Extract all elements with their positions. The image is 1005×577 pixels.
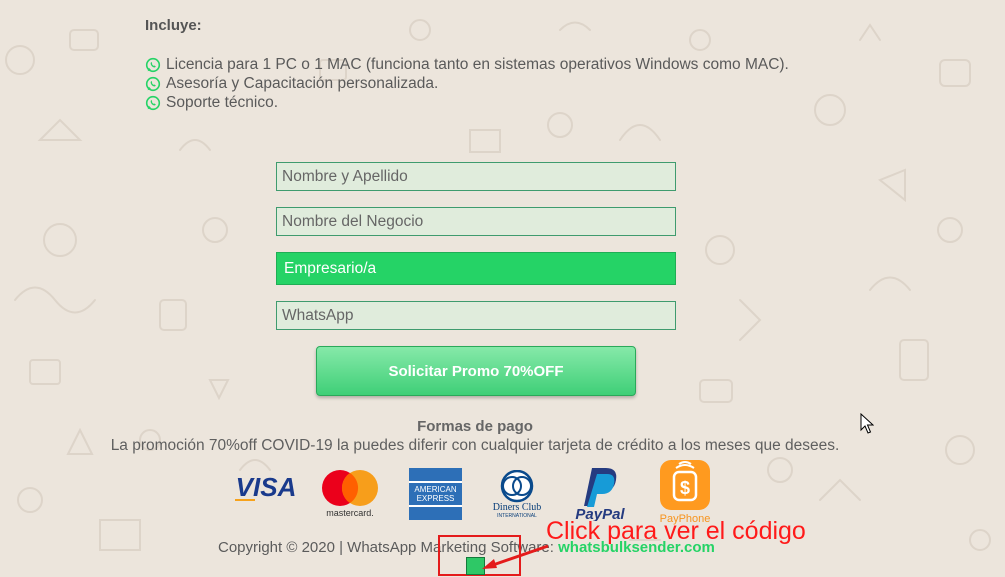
amex-logo: AMERICAN EXPRESS	[409, 468, 462, 520]
mastercard-logo-text: mastercard.	[326, 508, 374, 518]
feature-text: Asesoría y Capacitación personalizada.	[166, 74, 439, 92]
whatsapp-icon	[145, 57, 161, 73]
feature-item: Licencia para 1 PC o 1 MAC (funciona tan…	[145, 55, 789, 74]
visa-logo-text: VISA	[236, 472, 297, 502]
features-list: Licencia para 1 PC o 1 MAC (funciona tan…	[145, 55, 789, 112]
annotation-text: Click para ver el código	[546, 517, 806, 545]
submit-promo-label: Solicitar Promo 70%OFF	[388, 362, 564, 380]
payphone-icon: $	[660, 460, 710, 510]
payment-title: Formas de pago	[417, 418, 533, 435]
payphone-logo: $ PayPhone	[657, 460, 713, 525]
submit-promo-button[interactable]: Solicitar Promo 70%OFF	[316, 346, 636, 396]
feature-item: Soporte técnico.	[145, 93, 789, 112]
paypal-logo: PayPal	[575, 468, 625, 521]
amex-logo-bottom: EXPRESS	[416, 494, 455, 503]
amex-logo-top: AMERICAN	[414, 485, 457, 494]
name-input[interactable]	[276, 162, 676, 191]
diners-club-logo-subtext: INTERNATIONAL	[497, 513, 537, 519]
whatsapp-icon	[145, 95, 161, 111]
business-name-input[interactable]	[276, 207, 676, 236]
mouse-cursor-icon	[860, 413, 874, 434]
visa-logo: VISA	[235, 472, 297, 502]
payment-description: La promoción 70%off COVID-19 la puedes d…	[110, 437, 840, 454]
feature-text: Licencia para 1 PC o 1 MAC (funciona tan…	[166, 55, 789, 73]
code-reveal-button[interactable]	[466, 557, 485, 575]
diners-club-logo-text: Diners Club	[493, 502, 542, 513]
whatsapp-icon	[145, 76, 161, 92]
includes-title: Incluye:	[145, 17, 202, 34]
feature-text: Soporte técnico.	[166, 93, 279, 111]
diners-club-logo: Diners Club INTERNATIONAL	[493, 470, 542, 519]
business-type-value: Empresario/a	[284, 259, 377, 277]
mastercard-logo: mastercard.	[322, 470, 378, 518]
svg-text:$: $	[680, 478, 690, 498]
whatsapp-input[interactable]	[276, 301, 676, 330]
business-type-select[interactable]: Empresario/a	[276, 252, 676, 285]
feature-item: Asesoría y Capacitación personalizada.	[145, 74, 789, 93]
